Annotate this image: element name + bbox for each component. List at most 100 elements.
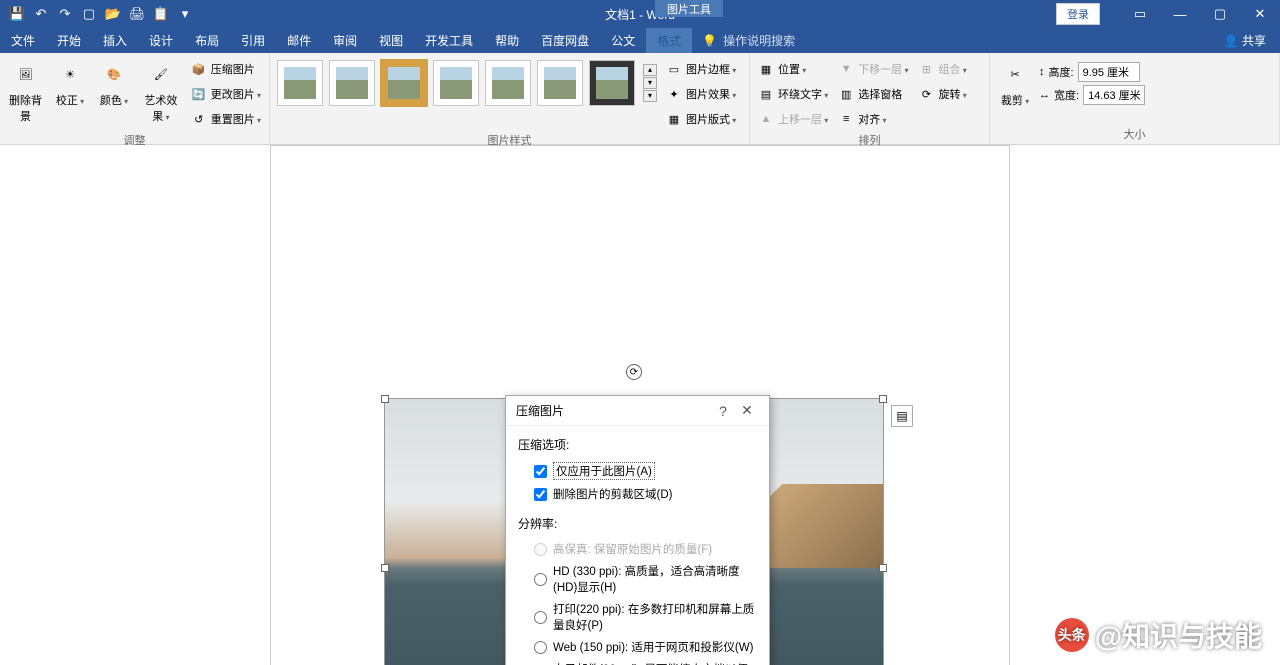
tab-mailings[interactable]: 邮件 bbox=[276, 28, 322, 53]
brightness-icon: ☀ bbox=[54, 58, 86, 90]
resize-handle[interactable] bbox=[879, 564, 887, 572]
tab-references[interactable]: 引用 bbox=[230, 28, 276, 53]
radio-print[interactable]: 打印(220 ppi): 在多数打印机和屏幕上质量良好(P) bbox=[518, 598, 757, 636]
redo-icon[interactable]: ↷ bbox=[54, 3, 76, 25]
change-icon: 🔄 bbox=[191, 86, 207, 102]
tell-me[interactable]: 💡操作说明搜索 bbox=[692, 28, 795, 53]
tab-home[interactable]: 开始 bbox=[46, 28, 92, 53]
bring-forward-button[interactable]: ▲上移一层 bbox=[755, 108, 831, 130]
style-thumb-4[interactable] bbox=[433, 60, 479, 106]
selection-icon: ▥ bbox=[838, 86, 854, 102]
tab-review[interactable]: 审阅 bbox=[322, 28, 368, 53]
reset-picture-button[interactable]: ↺重置图片 bbox=[188, 108, 264, 130]
style-thumb-1[interactable] bbox=[277, 60, 323, 106]
send-backward-button[interactable]: ▼下移一层 bbox=[835, 58, 911, 80]
tab-baidu[interactable]: 百度网盘 bbox=[530, 28, 600, 53]
radio-hd[interactable]: HD (330 ppi): 高质量，适合高清晰度(HD)显示(H) bbox=[518, 560, 757, 598]
tab-developer[interactable]: 开发工具 bbox=[414, 28, 484, 53]
remove-bg-icon: 🖼 bbox=[10, 58, 42, 90]
style-thumb-7[interactable] bbox=[589, 60, 635, 106]
radio-web[interactable]: Web (150 ppi): 适用于网页和投影仪(W) bbox=[518, 636, 757, 658]
position-button[interactable]: ▦位置 bbox=[755, 58, 831, 80]
change-picture-button[interactable]: 🔄更改图片 bbox=[188, 83, 264, 105]
gallery-more[interactable]: ▴▾▾ bbox=[643, 64, 657, 102]
print-icon[interactable]: 🖨 bbox=[126, 3, 148, 25]
align-button[interactable]: ≡对齐 bbox=[835, 108, 911, 130]
width-input[interactable] bbox=[1083, 85, 1145, 105]
tab-insert[interactable]: 插入 bbox=[92, 28, 138, 53]
resolution-heading: 分辨率: bbox=[518, 515, 757, 532]
login-button[interactable]: 登录 bbox=[1056, 3, 1100, 25]
dialog-title: 压缩图片 bbox=[516, 402, 711, 419]
open-icon[interactable]: 📂 bbox=[102, 3, 124, 25]
style-thumb-2[interactable] bbox=[329, 60, 375, 106]
minimize-icon[interactable]: — bbox=[1160, 0, 1200, 28]
qat-more-icon[interactable]: ▾ bbox=[174, 3, 196, 25]
position-icon: ▦ bbox=[758, 61, 774, 77]
share-label: 共享 bbox=[1242, 34, 1266, 48]
compress-pictures-button[interactable]: 📦压缩图片 bbox=[188, 58, 264, 80]
remove-bg-label: 删除背景 bbox=[9, 92, 42, 124]
checkbox-input[interactable] bbox=[534, 488, 547, 501]
picture-styles-gallery[interactable]: ▴▾▾ bbox=[275, 56, 659, 110]
height-field: ↕高度: bbox=[1039, 62, 1145, 82]
style-thumb-6[interactable] bbox=[537, 60, 583, 106]
close-icon[interactable]: ✕ bbox=[1240, 0, 1280, 28]
radio-input[interactable] bbox=[534, 573, 547, 586]
document-canvas[interactable]: ⟳ ▤ 压缩图片 ? ✕ 压缩选项: 仅应用于此图片(A) 删除图片的剪裁区域(… bbox=[0, 145, 1280, 665]
crop-button[interactable]: ✂裁剪 bbox=[995, 56, 1035, 110]
ribbon-options-icon[interactable]: ▭ bbox=[1120, 0, 1160, 28]
dialog-help-icon[interactable]: ? bbox=[711, 403, 735, 419]
tab-official[interactable]: 公文 bbox=[600, 28, 646, 53]
color-icon: 🎨 bbox=[98, 58, 130, 90]
tab-layout[interactable]: 布局 bbox=[184, 28, 230, 53]
new-doc-icon[interactable]: ▢ bbox=[78, 3, 100, 25]
selection-pane-button[interactable]: ▥选择窗格 bbox=[835, 83, 911, 105]
paste-icon[interactable]: 📋 bbox=[150, 3, 172, 25]
tab-format[interactable]: 格式 bbox=[646, 28, 692, 53]
rotate-handle[interactable]: ⟳ bbox=[626, 364, 642, 380]
radio-input[interactable] bbox=[534, 611, 547, 624]
tab-view[interactable]: 视图 bbox=[368, 28, 414, 53]
layout-icon: ▦ bbox=[666, 111, 682, 127]
watermark-badge: 头条 bbox=[1055, 618, 1089, 652]
tab-design[interactable]: 设计 bbox=[138, 28, 184, 53]
height-input[interactable] bbox=[1078, 62, 1140, 82]
dialog-close-icon[interactable]: ✕ bbox=[735, 402, 759, 419]
group-icon: ⊞ bbox=[919, 61, 935, 77]
group-button[interactable]: ⊞组合 bbox=[916, 58, 970, 80]
width-field: ↔宽度: bbox=[1039, 85, 1145, 105]
picture-layout-button[interactable]: ▦图片版式 bbox=[663, 108, 739, 130]
change-label: 更改图片 bbox=[211, 86, 261, 102]
dialog-body: 压缩选项: 仅应用于此图片(A) 删除图片的剪裁区域(D) 分辨率: 高保真: … bbox=[506, 426, 769, 665]
radio-email[interactable]: 电子邮件(96 ppi): 尽可能缩小文档以便共享(E) bbox=[518, 658, 757, 665]
layout-options-icon[interactable]: ▤ bbox=[891, 405, 913, 427]
style-thumb-5[interactable] bbox=[485, 60, 531, 106]
color-button[interactable]: 🎨颜色 bbox=[94, 56, 134, 110]
resize-handle[interactable] bbox=[381, 564, 389, 572]
picture-border-button[interactable]: ▭图片边框 bbox=[663, 58, 739, 80]
artistic-effects-button[interactable]: 🖌艺术效果 bbox=[138, 56, 184, 126]
tab-file[interactable]: 文件 bbox=[0, 28, 46, 53]
wrap-text-button[interactable]: ▤环绕文字 bbox=[755, 83, 831, 105]
compress-label: 压缩图片 bbox=[211, 61, 255, 77]
reset-icon: ↺ bbox=[191, 111, 207, 127]
maximize-icon[interactable]: ▢ bbox=[1200, 0, 1240, 28]
checkbox-delete-cropped[interactable]: 删除图片的剪裁区域(D) bbox=[518, 483, 757, 505]
undo-icon[interactable]: ↶ bbox=[30, 3, 52, 25]
tab-help[interactable]: 帮助 bbox=[484, 28, 530, 53]
share-button[interactable]: 👤 共享 bbox=[1210, 28, 1280, 53]
resize-handle[interactable] bbox=[381, 395, 389, 403]
save-icon[interactable]: 💾 bbox=[6, 3, 28, 25]
picture-effects-button[interactable]: ✦图片效果 bbox=[663, 83, 739, 105]
remove-background-button[interactable]: 🖼删除背景 bbox=[5, 56, 46, 126]
checkbox-apply-only[interactable]: 仅应用于此图片(A) bbox=[518, 459, 757, 483]
selection-label: 选择窗格 bbox=[858, 86, 902, 102]
rotate-button[interactable]: ⟳旋转 bbox=[916, 83, 970, 105]
radio-input[interactable] bbox=[534, 641, 547, 654]
height-icon: ↕ bbox=[1039, 66, 1045, 78]
style-thumb-3[interactable] bbox=[381, 60, 427, 106]
corrections-button[interactable]: ☀校正 bbox=[50, 56, 90, 110]
resize-handle[interactable] bbox=[879, 395, 887, 403]
checkbox-input[interactable] bbox=[534, 465, 547, 478]
